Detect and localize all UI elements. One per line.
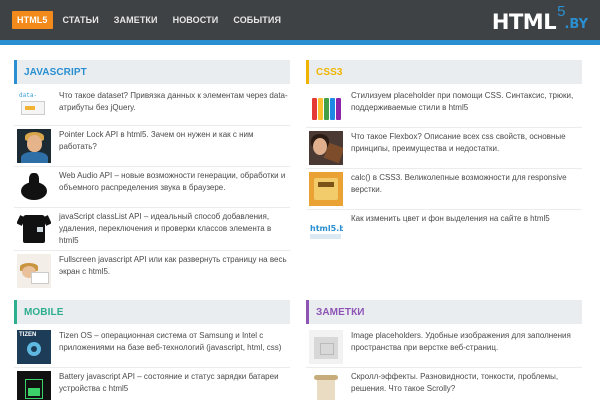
tee-shape [23, 215, 45, 243]
tee-print [37, 227, 43, 232]
section-title[interactable]: ЗАМЕТКИ [316, 307, 365, 318]
section-javascript: JAVASCRIPT data- Что такое dataset? Прив… [14, 60, 290, 288]
thumb-label: html5.by [310, 224, 343, 233]
reflection-shape [310, 234, 341, 239]
list-item[interactable]: Pointer Lock API в html5. Зачем он нужен… [14, 129, 290, 163]
marker-shape [336, 98, 341, 120]
list-item[interactable]: Стилизуем placeholder при помощи CSS. Си… [306, 90, 582, 124]
section-css3: CSS3 Стилизуем placeholder при помощи CS… [306, 60, 582, 247]
article-link[interactable]: Web Audio API – новые возможности генера… [59, 170, 290, 194]
thumb-label: TIZEN [19, 332, 37, 338]
battery-thumbnail[interactable] [17, 371, 51, 400]
article-link[interactable]: Что такое dataset? Привязка данных к эле… [59, 90, 290, 114]
divider [306, 127, 582, 128]
article-link[interactable]: Tizen OS – операционная система от Samsu… [59, 330, 290, 354]
marker-shape [318, 98, 323, 120]
marker-shape [330, 98, 335, 120]
box-icon [21, 101, 45, 115]
scroll-thumbnail[interactable] [309, 371, 343, 400]
list-item[interactable]: javaScript classList API – идеальный спо… [14, 211, 290, 247]
article-link[interactable]: Как изменить цвет и фон выделения на сай… [351, 213, 550, 225]
tizen-thumbnail[interactable]: TIZEN [17, 330, 51, 364]
divider [306, 168, 582, 169]
divider [306, 209, 582, 210]
section-title[interactable]: JAVASCRIPT [24, 67, 87, 78]
tizen-logo-icon [27, 342, 41, 356]
divider [14, 166, 290, 167]
list-item[interactable]: Fullscreen javascript API или как развер… [14, 254, 290, 288]
list-item[interactable]: TIZEN Tizen OS – операционная система от… [14, 330, 290, 364]
section-header: MOBILE [14, 300, 290, 324]
scroll-paper-icon [314, 375, 338, 400]
logo-text: HTML [491, 10, 557, 34]
section-notes: ЗАМЕТКИ Image placeholders. Удобные изоб… [306, 300, 582, 400]
dataset-thumbnail[interactable]: data- [17, 90, 51, 124]
nav-item-articles[interactable]: СТАТЬИ [58, 11, 104, 29]
article-link[interactable]: calc() в CSS3. Великолепные возможности … [351, 172, 582, 196]
person-thumbnail[interactable] [17, 129, 51, 163]
thumb-label: data- [19, 92, 38, 99]
divider [14, 367, 290, 368]
list-item[interactable]: Battery javascript API – состояние и ста… [14, 371, 290, 400]
girl-thumbnail[interactable] [309, 131, 343, 165]
divider [14, 125, 290, 126]
markers-thumbnail[interactable] [309, 90, 343, 124]
htmlby-thumbnail[interactable]: html5.by [309, 213, 343, 247]
list-item[interactable]: Что такое Flexbox? Описание всех css сво… [306, 131, 582, 165]
calculator-thumbnail[interactable] [309, 172, 343, 206]
section-mobile: MOBILE TIZEN Tizen OS – операционная сис… [14, 300, 290, 400]
site-logo[interactable]: HTML 5 .BY [492, 3, 588, 37]
section-title[interactable]: MOBILE [24, 307, 64, 318]
divider [14, 250, 290, 251]
book-shape [31, 272, 49, 284]
article-link[interactable]: Image placeholders. Удобные изображения … [351, 330, 582, 354]
face-shape [27, 135, 42, 152]
tshirt-thumbnail[interactable] [17, 211, 51, 245]
section-header: JAVASCRIPT [14, 60, 290, 84]
list-item[interactable]: html5.by Как изменить цвет и фон выделен… [306, 213, 582, 247]
article-link[interactable]: javaScript classList API – идеальный спо… [59, 211, 290, 247]
article-link[interactable]: Fullscreen javascript API или как развер… [59, 254, 290, 278]
sleeping-thumbnail[interactable] [17, 254, 51, 288]
article-link[interactable]: Скролл-эффекты. Разновидности, тонкости,… [351, 371, 582, 395]
article-link[interactable]: Что такое Flexbox? Описание всех css сво… [351, 131, 582, 155]
section-title[interactable]: CSS3 [316, 67, 343, 78]
divider [14, 207, 290, 208]
nav-item-notes[interactable]: ЗАМЕТКИ [109, 11, 163, 29]
article-link[interactable]: Battery javascript API – состояние и ста… [59, 371, 290, 395]
top-bar: HTML5 СТАТЬИ ЗАМЕТКИ НОВОСТИ СОБЫТИЯ HTM… [0, 0, 600, 40]
list-item[interactable]: Скролл-эффекты. Разновидности, тонкости,… [306, 371, 582, 400]
placeholder-image-icon [314, 337, 338, 359]
main-nav: HTML5 СТАТЬИ ЗАМЕТКИ НОВОСТИ СОБЫТИЯ [12, 11, 291, 29]
placeholder-thumbnail[interactable] [309, 330, 343, 364]
article-link[interactable]: Стилизуем placeholder при помощи CSS. Си… [351, 90, 582, 114]
list-item[interactable]: calc() в CSS3. Великолепные возможности … [306, 172, 582, 206]
nav-item-events[interactable]: СОБЫТИЯ [228, 11, 286, 29]
nav-item-news[interactable]: НОВОСТИ [168, 11, 224, 29]
body-shape [21, 152, 48, 163]
header-stripe [0, 40, 600, 45]
list-item[interactable]: Image placeholders. Удобные изображения … [306, 330, 582, 364]
nav-item-html5[interactable]: HTML5 [12, 11, 53, 29]
dj-thumbnail[interactable] [17, 170, 51, 204]
battery-icon [25, 379, 43, 399]
list-item[interactable]: Web Audio API – новые возможности генера… [14, 170, 290, 204]
article-link[interactable]: Pointer Lock API в html5. Зачем он нужен… [59, 129, 290, 153]
disc-shape [21, 182, 47, 200]
divider [306, 367, 582, 368]
calculator-shape [314, 178, 338, 200]
list-item[interactable]: data- Что такое dataset? Привязка данных… [14, 90, 290, 124]
marker-shape [312, 98, 317, 120]
logo-domain: .BY [564, 17, 588, 32]
section-header: ЗАМЕТКИ [306, 300, 582, 324]
section-header: CSS3 [306, 60, 582, 84]
marker-shape [324, 98, 329, 120]
